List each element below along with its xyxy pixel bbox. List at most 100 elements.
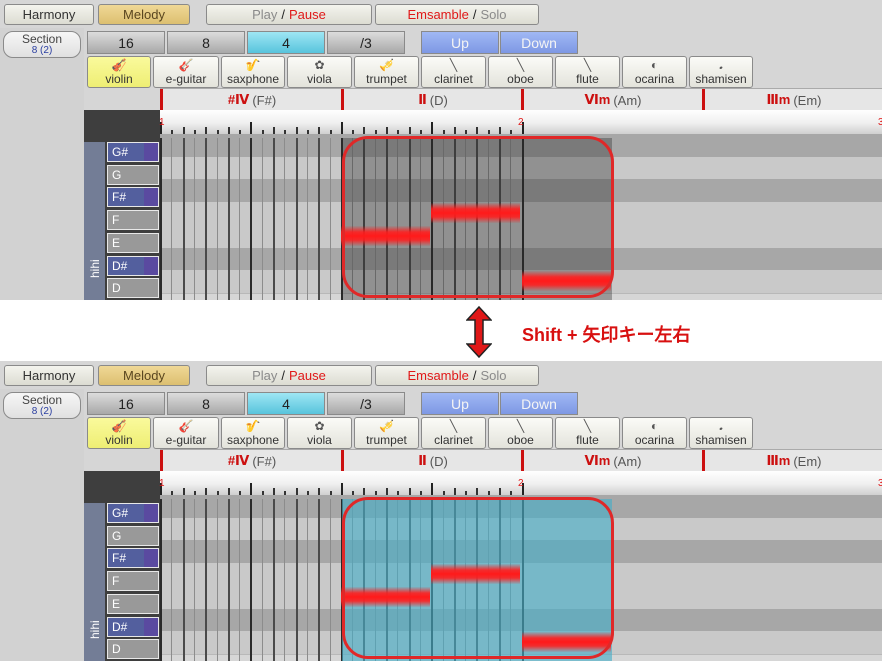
melody-button[interactable]: Melody	[98, 365, 190, 386]
division-button-2[interactable]: 4	[247, 392, 325, 415]
bar-number-3: 3	[878, 478, 882, 489]
chord-3[interactable]: Ⅲm (Em)	[702, 89, 882, 111]
instrument-button-violin[interactable]: 🎻 violin	[87, 56, 151, 88]
ensemble-solo-button[interactable]: Emsamble / Solo	[375, 365, 539, 386]
division-button-2[interactable]: 4	[247, 31, 325, 54]
instrument-button-viola[interactable]: ✿ viola	[287, 417, 352, 449]
division-button-1[interactable]: 8	[167, 392, 245, 415]
instrument-button-flute[interactable]: ╲ flute	[555, 417, 620, 449]
e-guitar-icon: 🎸	[178, 58, 194, 72]
key-G[interactable]: G	[107, 526, 159, 546]
chord-0[interactable]: #Ⅳ (F#)	[160, 89, 341, 111]
ocarina-icon: ◐	[650, 419, 659, 433]
harmony-button[interactable]: Harmony	[4, 4, 94, 25]
instrument-button-saxphone[interactable]: 🎷 saxphone	[221, 56, 285, 88]
up-button[interactable]: Up	[421, 31, 499, 54]
play-label: Play	[252, 7, 278, 22]
instrument-label: trumpet	[366, 433, 407, 447]
key-D#[interactable]: D#	[107, 617, 159, 637]
instrument-button-viola[interactable]: ✿ viola	[287, 56, 352, 88]
instrument-button-ocarina[interactable]: ◐ ocarina	[622, 417, 687, 449]
chord-2[interactable]: Ⅵm (Am)	[521, 89, 702, 111]
instrument-button-violin[interactable]: 🎻 violin	[87, 417, 151, 449]
key-label: D#	[112, 620, 128, 634]
instrument-button-e-guitar[interactable]: 🎸 e-guitar	[153, 417, 219, 449]
instrument-button-trumpet[interactable]: 🎺 trumpet	[354, 56, 419, 88]
instrument-button-clarinet[interactable]: ╲ clarinet	[421, 56, 486, 88]
chord-roman: #Ⅳ	[227, 92, 250, 107]
key-E[interactable]: E	[107, 233, 159, 253]
instrument-button-shamisen[interactable]: 𝅘 shamisen	[689, 417, 753, 449]
instrument-button-e-guitar[interactable]: 🎸 e-guitar	[153, 56, 219, 88]
chord-1[interactable]: Ⅱ (D)	[341, 450, 522, 472]
black-key-marker	[144, 549, 158, 567]
down-button[interactable]: Down	[500, 392, 578, 415]
track-bar[interactable]: hihi	[84, 503, 105, 661]
harmony-button[interactable]: Harmony	[4, 365, 94, 386]
instrument-label: flute	[576, 433, 599, 447]
chord-name: (Em)	[793, 453, 822, 469]
oboe-icon: ╲	[516, 58, 525, 72]
instrument-label: shamisen	[695, 72, 747, 86]
key-F[interactable]: F	[107, 210, 159, 230]
division-button-3[interactable]: /3	[327, 392, 405, 415]
ensemble-solo-button[interactable]: Emsamble / Solo	[375, 4, 539, 25]
saxophone-icon: 🎷	[245, 419, 261, 433]
bar-number-3: 3	[878, 117, 882, 128]
key-D[interactable]: D	[107, 639, 159, 659]
e-guitar-icon: 🎸	[178, 419, 194, 433]
key-label: F	[112, 213, 120, 227]
key-D#[interactable]: D#	[107, 256, 159, 276]
bar-number-2: 2	[518, 117, 524, 128]
chord-roman: Ⅲm	[766, 92, 791, 107]
key-label: E	[112, 236, 121, 250]
chord-roman: Ⅱ	[418, 453, 427, 468]
chord-0[interactable]: #Ⅳ (F#)	[160, 450, 341, 472]
key-F[interactable]: F	[107, 571, 159, 591]
instrument-button-trumpet[interactable]: 🎺 trumpet	[354, 417, 419, 449]
chord-3[interactable]: Ⅲm (Em)	[702, 450, 882, 472]
key-E[interactable]: E	[107, 594, 159, 614]
instrument-button-saxphone[interactable]: 🎷 saxphone	[221, 417, 285, 449]
editor-panel-after: Harmony Melody Play / Pause Emsamble / Solo Sect…	[0, 361, 882, 661]
instrument-button-oboe[interactable]: ╲ oboe	[488, 417, 553, 449]
grid-line	[239, 499, 240, 661]
down-button[interactable]: Down	[500, 31, 578, 54]
section-value: 8 (2)	[31, 44, 53, 56]
melody-button[interactable]: Melody	[98, 4, 190, 25]
track-bar[interactable]: hihi	[84, 142, 105, 300]
key-G[interactable]: G	[107, 165, 159, 185]
up-button[interactable]: Up	[421, 392, 499, 415]
key-label: F#	[112, 551, 127, 565]
solo-label: Solo	[480, 368, 507, 383]
left-column	[0, 28, 84, 300]
ocarina-icon: ◐	[650, 58, 659, 72]
oboe-icon: ╲	[516, 419, 525, 433]
key-label: D	[112, 281, 121, 295]
section-button[interactable]: Section 8 (2)	[3, 392, 81, 419]
instrument-button-flute[interactable]: ╲ flute	[555, 56, 620, 88]
instrument-button-shamisen[interactable]: 𝅘 shamisen	[689, 56, 753, 88]
division-button-1[interactable]: 8	[167, 31, 245, 54]
instrument-button-ocarina[interactable]: ◐ ocarina	[622, 56, 687, 88]
division-button-0[interactable]: 16	[87, 392, 165, 415]
play-pause-button[interactable]: Play / Pause	[206, 4, 372, 25]
saxophone-icon: 🎷	[245, 58, 261, 72]
key-F#[interactable]: F#	[107, 548, 159, 568]
division-button-3[interactable]: /3	[327, 31, 405, 54]
shortcut-caption: Shift + 矢印キー左右	[522, 325, 691, 345]
key-G#[interactable]: G#	[107, 503, 159, 523]
instrument-label: clarinet	[434, 433, 473, 447]
clarinet-icon: ╲	[449, 419, 458, 433]
section-button[interactable]: Section 8 (2)	[3, 31, 81, 58]
chord-1[interactable]: Ⅱ (D)	[341, 89, 522, 111]
double-arrow-icon	[466, 306, 492, 358]
key-D[interactable]: D	[107, 278, 159, 298]
instrument-button-clarinet[interactable]: ╲ clarinet	[421, 417, 486, 449]
play-pause-button[interactable]: Play / Pause	[206, 365, 372, 386]
instrument-button-oboe[interactable]: ╲ oboe	[488, 56, 553, 88]
key-G#[interactable]: G#	[107, 142, 159, 162]
chord-2[interactable]: Ⅵm (Am)	[521, 450, 702, 472]
division-button-0[interactable]: 16	[87, 31, 165, 54]
key-F#[interactable]: F#	[107, 187, 159, 207]
